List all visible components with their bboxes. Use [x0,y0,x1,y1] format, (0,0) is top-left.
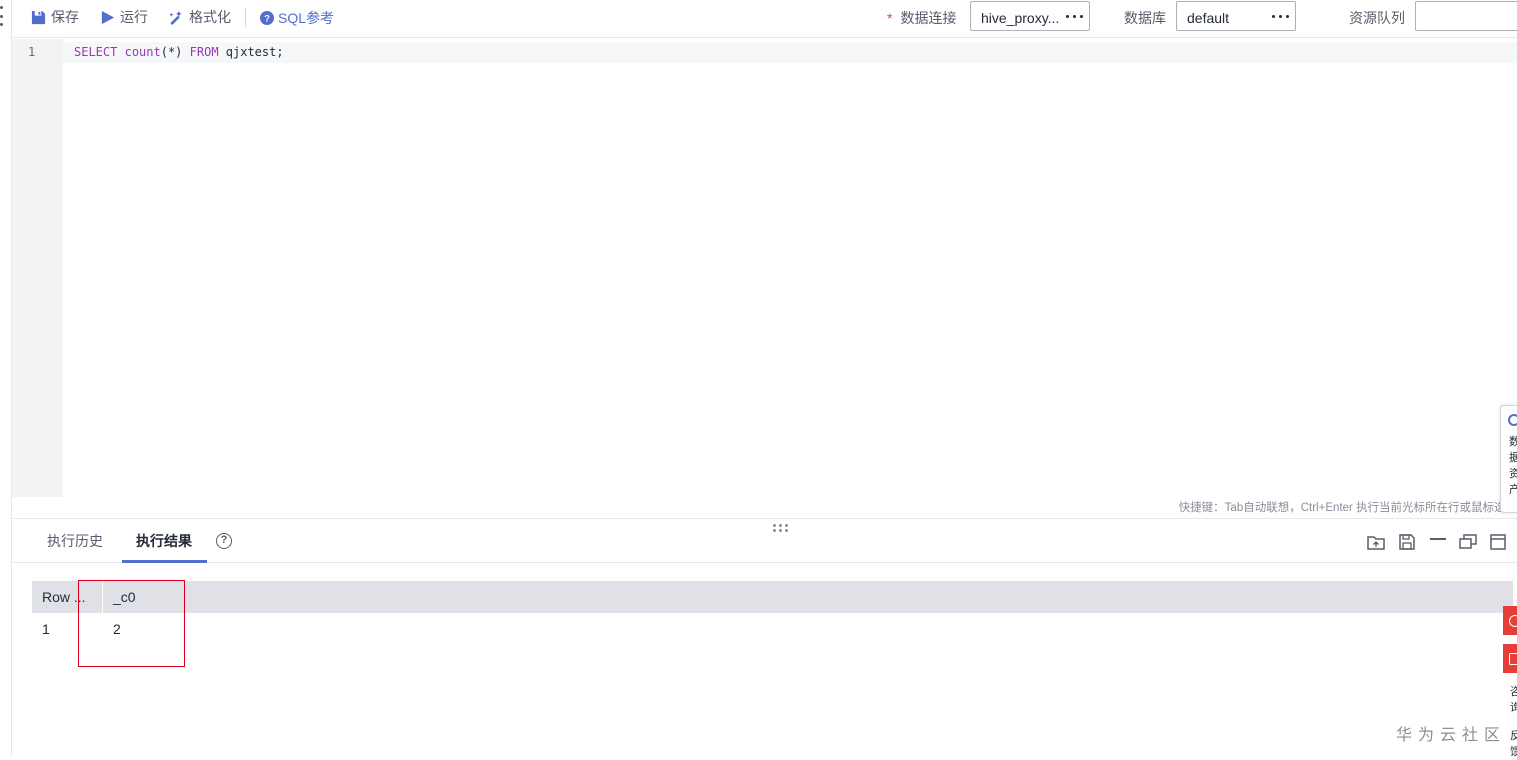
function-count: count [124,45,161,59]
shortcut-hint: 快捷键：Tab自动联想，Ctrl+Enter 执行当前光标所在行或鼠标选中 [1178,502,1517,514]
column-header-c0[interactable]: _c0 [113,589,136,605]
connection-select[interactable]: hive_proxy... [970,1,1090,31]
minimize-icon[interactable] [1429,533,1447,551]
sql-editor[interactable]: 1 SELECT count(*) FROM qjxtest; [12,39,1517,497]
line-number-gutter: 1 [12,39,63,497]
database-label: 数据库 [1124,10,1166,26]
database-select[interactable]: default [1176,1,1296,31]
tab-execution-result[interactable]: 执行结果 [136,531,192,551]
connection-value: hive_proxy... [981,10,1060,26]
sql-reference-label: SQL参考 [278,10,335,26]
editor-toolbar: 保存 运行 格式化 ? SQL参考 * 数据连接 hive_proxy... 数据… [12,0,1517,38]
maximize-icon[interactable] [1489,533,1507,551]
restore-icon[interactable] [1459,533,1477,551]
line-number: 1 [28,45,36,59]
left-collapse-strip[interactable] [0,0,12,756]
save-icon[interactable] [1398,533,1416,551]
tab-execution-history[interactable]: 执行历史 [47,531,103,551]
table-name: qjxtest; [225,45,284,59]
message-icon [1509,653,1517,665]
queue-label: 资源队列 [1349,10,1405,26]
help-icon[interactable]: ? [216,533,232,549]
open-folder-icon[interactable] [1367,533,1385,551]
sql-reference-link[interactable]: ? SQL参考 [260,8,334,28]
drag-grip-icon[interactable] [0,6,4,26]
help-float-button[interactable] [1503,606,1517,635]
question-circle-icon: ? [260,11,274,25]
more-icon[interactable] [1066,15,1083,18]
cell-c0: 2 [113,621,121,637]
run-button[interactable]: 运行 [100,7,148,27]
column-header-row[interactable]: Row ... [42,589,86,605]
column-divider[interactable] [102,581,103,613]
format-button[interactable]: 格式化 [168,7,231,27]
save-icon [31,10,46,24]
toolbar-divider [245,8,246,27]
feedback-snippet[interactable]: 反馈 [1510,728,1517,760]
cell-row-number: 1 [42,621,50,637]
consult-snippet[interactable]: 咨询 [1510,684,1517,716]
keyword-from: FROM [189,45,219,59]
result-table-header: Row ... _c0 [32,581,1513,613]
save-button[interactable]: 保存 [31,7,79,27]
count-args: (*) [160,45,183,59]
active-tab-indicator [122,560,207,563]
database-value: default [1187,10,1230,26]
run-label: 运行 [120,9,148,25]
code-line[interactable]: SELECT count(*) FROM qjxtest; [74,45,284,59]
more-icon[interactable] [1272,15,1289,18]
keyword-select: SELECT [74,45,118,59]
connection-label: * 数据连接 [887,10,957,26]
svg-text:?: ? [264,14,270,25]
required-mark: * [887,10,893,26]
format-label: 格式化 [189,9,231,25]
help-icon [1509,615,1517,627]
magic-wand-icon [169,10,182,25]
result-tabs: 执行历史 执行结果 ? [12,519,1517,563]
play-icon [101,10,115,24]
float-panel-text: 数据资产 [1509,434,1517,498]
watermark: 华为云社区 [1396,727,1507,744]
search-icon [1508,414,1517,426]
feedback-float-button[interactable] [1503,644,1517,673]
save-label: 保存 [51,9,79,25]
data-asset-float-panel[interactable]: 数据资产 [1500,405,1517,513]
queue-input[interactable] [1415,1,1517,31]
